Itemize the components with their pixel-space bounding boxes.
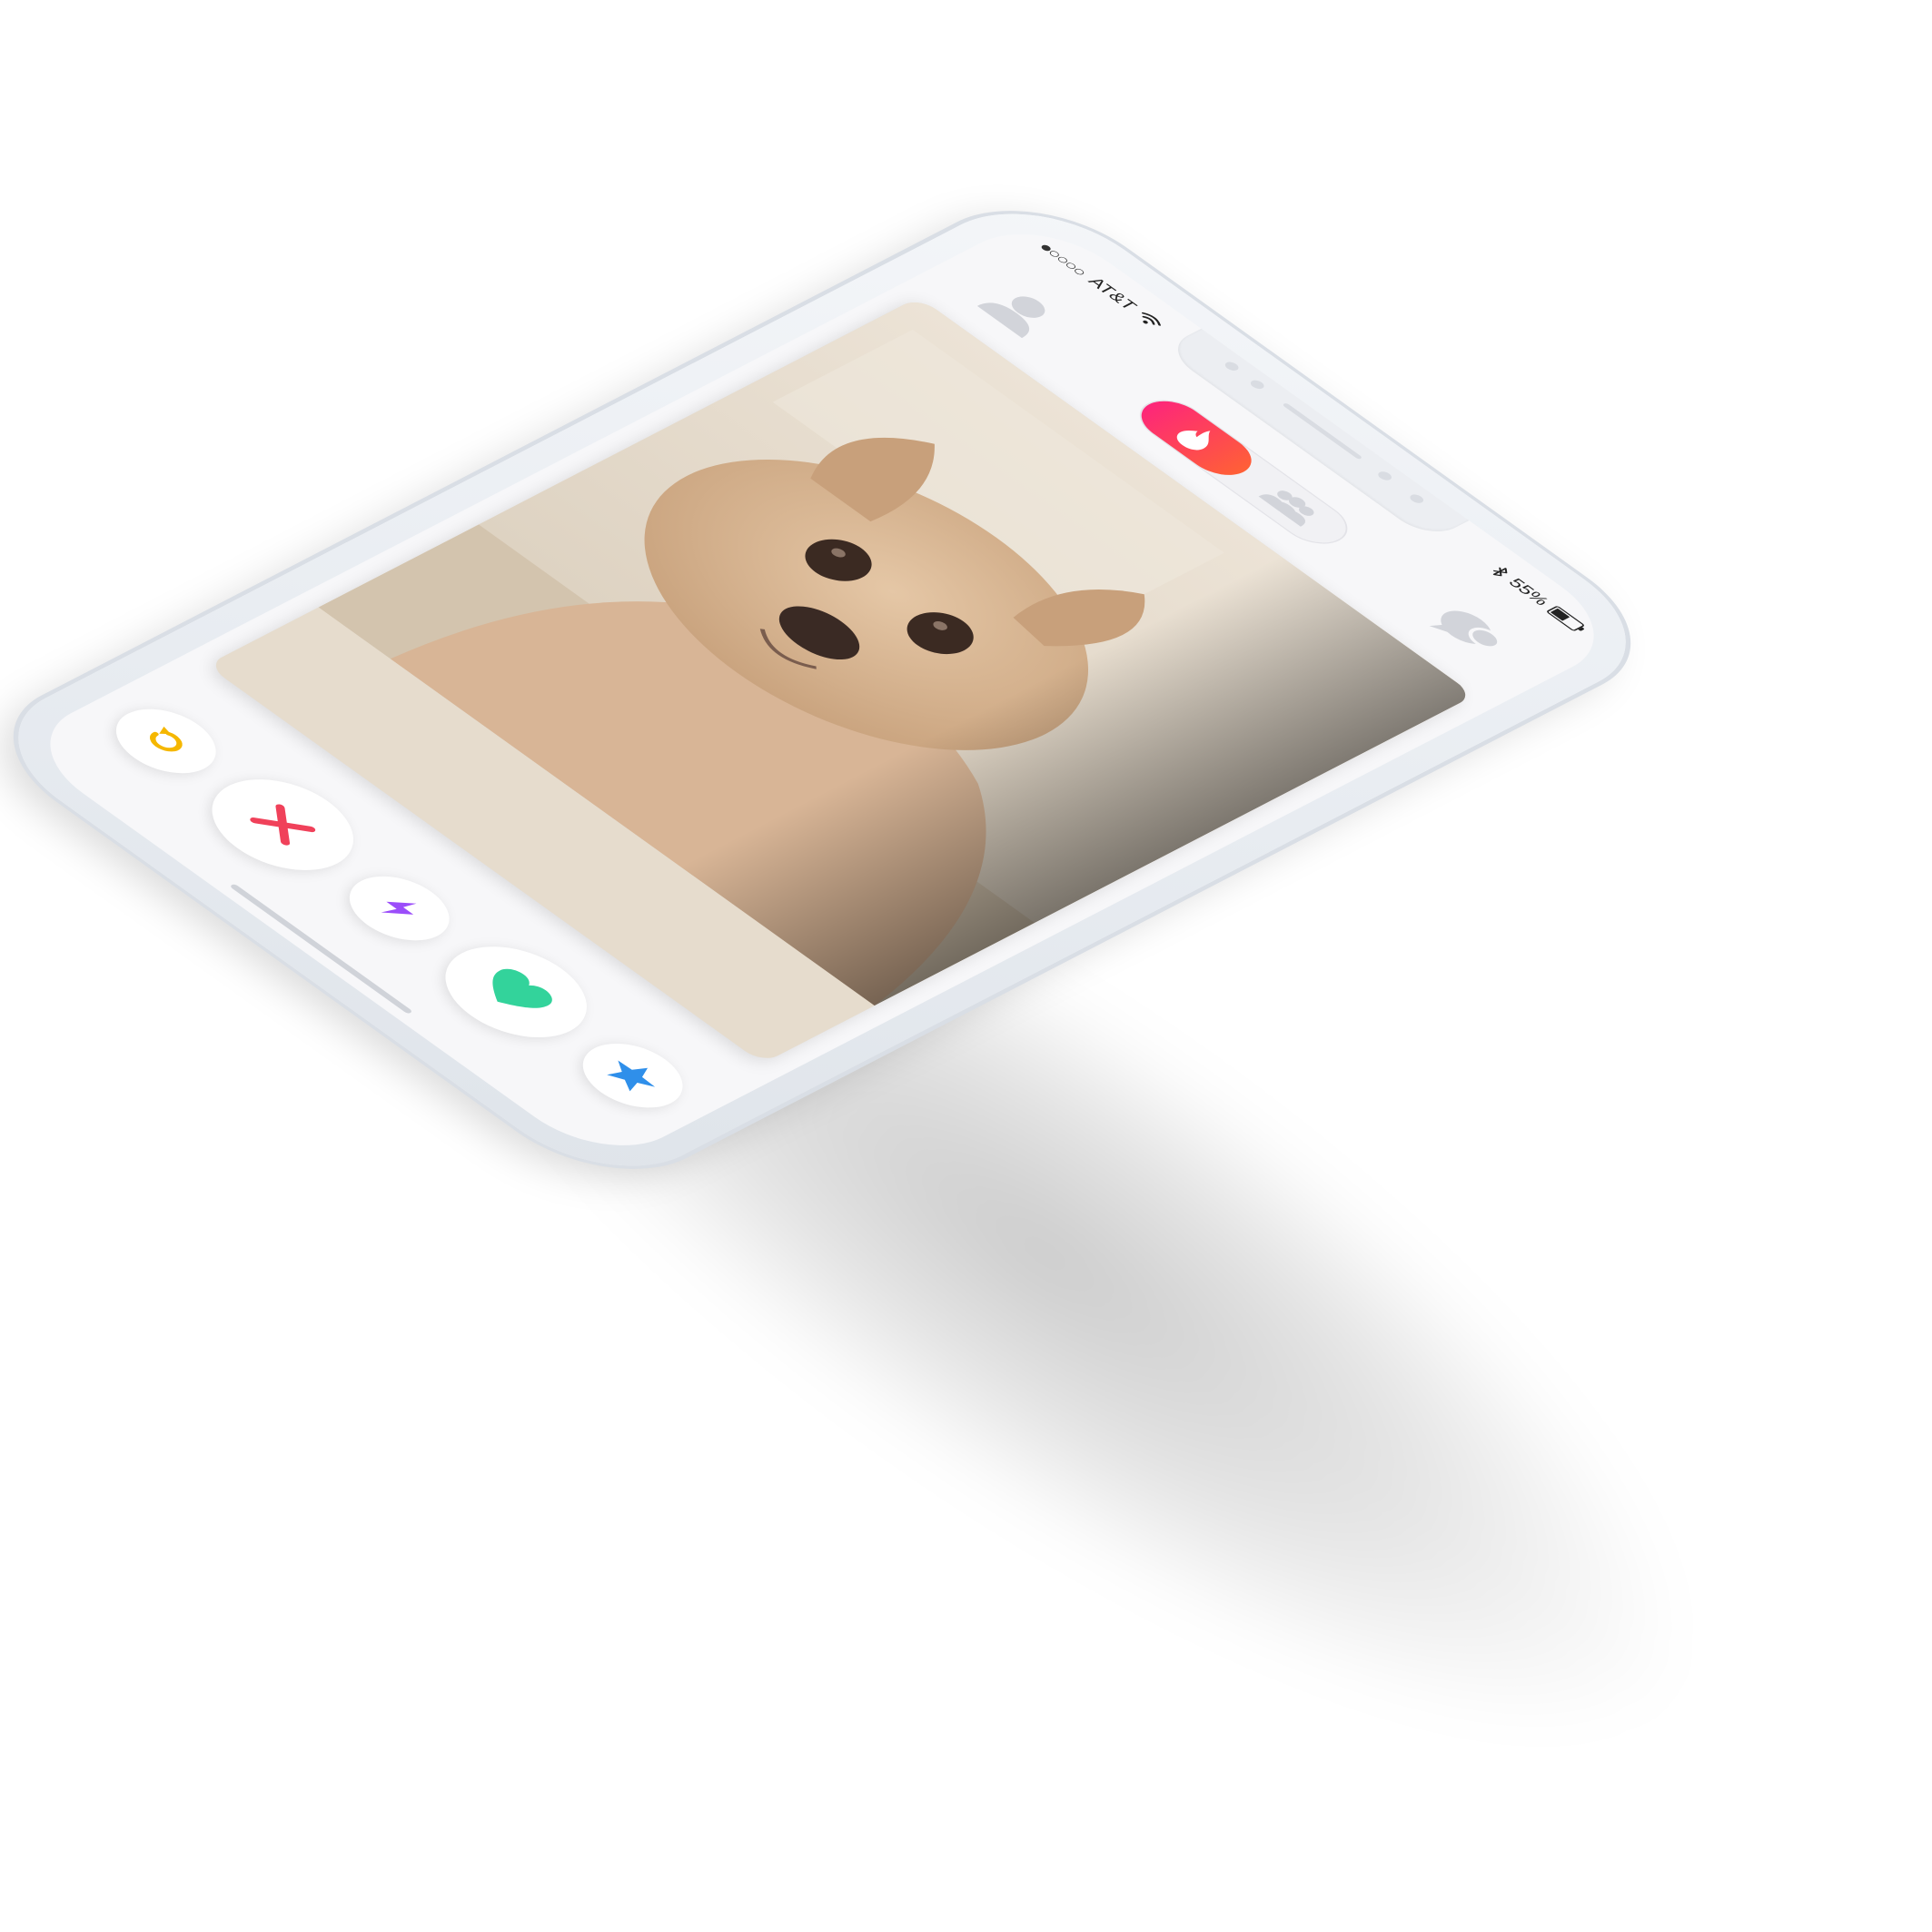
battery-icon (1545, 605, 1586, 632)
profile-icon[interactable] (970, 280, 1071, 342)
close-x-icon (250, 804, 316, 846)
super-like-button[interactable] (562, 1031, 703, 1120)
chat-bubbles-icon[interactable] (1418, 600, 1519, 663)
stage: AT&T 55% (0, 0, 1932, 1932)
flame-icon (1176, 430, 1211, 451)
phone-screen: AT&T 55% (13, 213, 1631, 1167)
boost-button[interactable] (329, 864, 470, 953)
front-camera (1375, 470, 1394, 482)
sensor-dot (1407, 492, 1427, 505)
like-button[interactable] (416, 929, 616, 1055)
rewind-icon (150, 726, 183, 752)
carrier-name: AT&T (1084, 274, 1142, 312)
sensor-dot (1222, 360, 1242, 372)
star-icon (607, 1060, 656, 1092)
phone-device: AT&T 55% (0, 186, 1673, 1194)
nope-button[interactable] (183, 762, 382, 887)
wifi-icon (1141, 312, 1161, 326)
battery-percent: 55% (1504, 575, 1554, 609)
group-icon (1258, 490, 1314, 527)
rewind-button[interactable] (95, 697, 237, 786)
heart-icon (492, 968, 552, 1008)
sensor-dot (1247, 378, 1267, 391)
bluetooth-icon (1493, 567, 1508, 577)
lightning-bolt-icon (381, 901, 417, 915)
